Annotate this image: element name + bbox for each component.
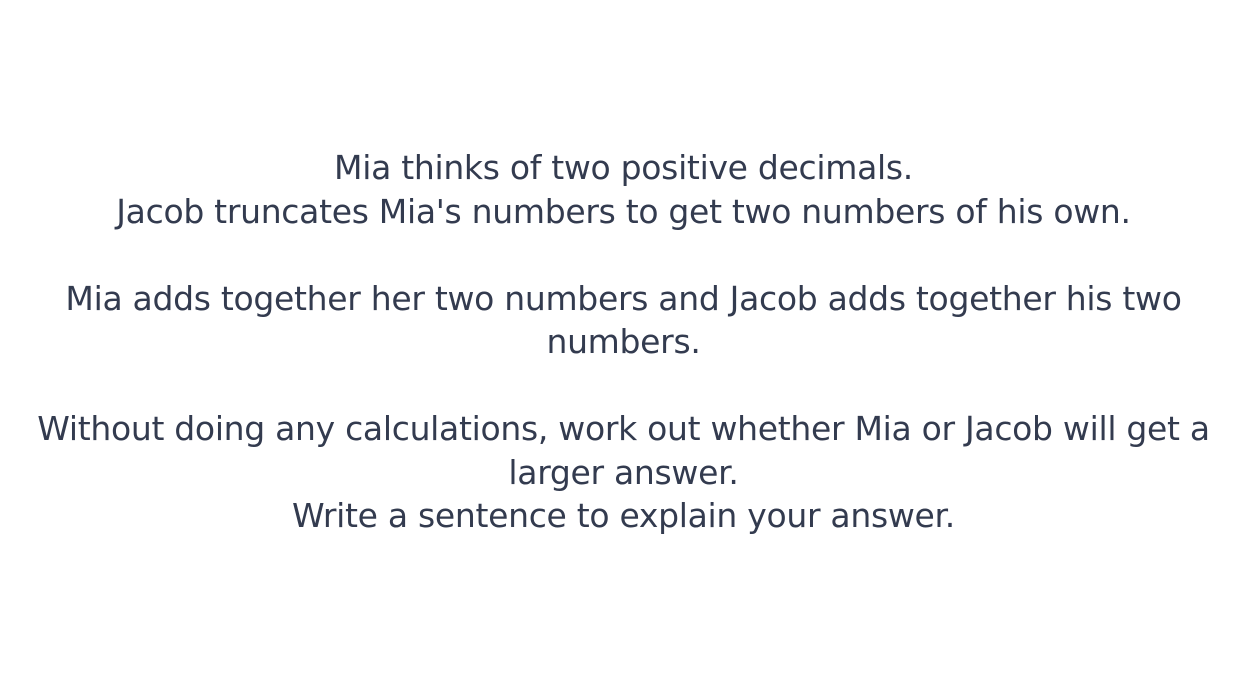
paragraph-intro: Mia thinks of two positive decimals. Jac…	[30, 146, 1217, 233]
question-text: Mia thinks of two positive decimals. Jac…	[0, 146, 1247, 538]
question-slide: Mia thinks of two positive decimals. Jac…	[0, 0, 1247, 691]
intro-line-jacob: Jacob truncates Mia's numbers to get two…	[116, 191, 1131, 231]
intro-line-mia: Mia thinks of two positive decimals.	[334, 148, 913, 187]
paragraph-adding: Mia adds together her two numbers and Ja…	[30, 277, 1217, 364]
paragraph-task: Without doing any calculations, work out…	[30, 407, 1217, 538]
explain-line: Write a sentence to explain your answer.	[292, 496, 955, 535]
task-line: Without doing any calculations, work out…	[37, 409, 1210, 492]
adding-line: Mia adds together her two numbers and Ja…	[65, 278, 1182, 362]
